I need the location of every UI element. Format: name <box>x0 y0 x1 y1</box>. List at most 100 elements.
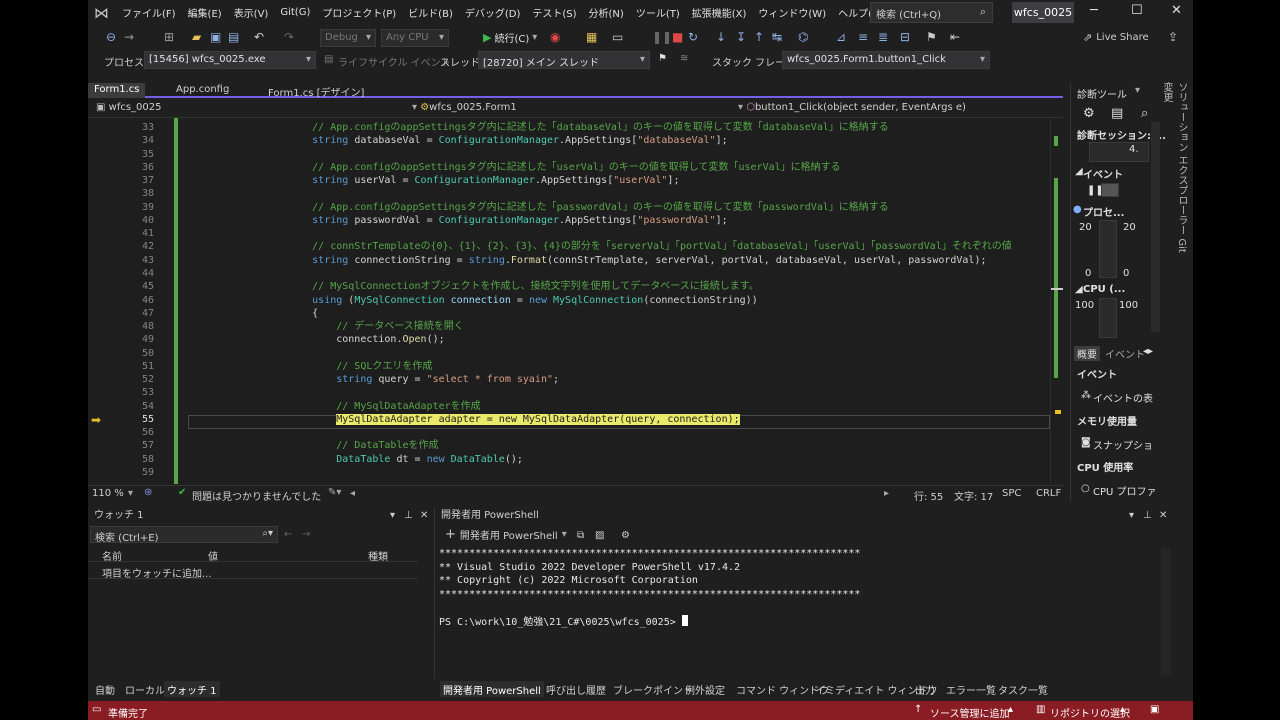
platform-dropdown[interactable]: Any CPU ▾ <box>381 29 449 47</box>
solution-name-badge[interactable]: wfcs_0025 <box>1012 2 1074 23</box>
tab-task-list[interactable]: タスク一覧 <box>995 681 1051 697</box>
debug-tool-icon[interactable]: ⌬ <box>798 30 808 44</box>
tab-autos[interactable]: 自動 <box>92 681 118 697</box>
line-ending[interactable]: CRLF <box>1036 488 1061 499</box>
step-into-icon[interactable]: ↓ <box>716 30 726 44</box>
save-icon[interactable]: ▣ <box>210 30 221 44</box>
process-dropdown[interactable]: [15456] wfcs_0025.exe ▾ <box>144 51 316 69</box>
code-line[interactable]: 42 // connStrTemplateの{0}、{1}、{2}、{3}、{4… <box>88 240 1050 253</box>
code-line[interactable]: 51 // SQLクエリを作成 <box>88 360 1050 373</box>
global-search-box[interactable]: 検索 (Ctrl+Q) ⌕ <box>870 2 993 23</box>
uncomment-icon[interactable]: ≣ <box>878 30 888 44</box>
menu-git[interactable]: Git(G) <box>274 7 316 18</box>
continue-button[interactable]: ▶ 続行(C) ▾ <box>483 30 537 45</box>
back-icon[interactable]: ← <box>284 526 292 544</box>
config-dropdown[interactable]: Debug ▾ <box>320 29 376 47</box>
pin-icon[interactable]: ⊥ <box>1143 507 1152 525</box>
step-over-icon[interactable]: ↧ <box>736 30 746 44</box>
code-line[interactable]: 55 MySqlDataAdapter adapter = new MySqlD… <box>88 413 1050 426</box>
class-dropdown[interactable]: ▾ ⚙wfcs_0025.Form1 <box>408 101 728 117</box>
code-line[interactable]: 48 // データベース接続を開く <box>88 320 1050 333</box>
watch-col-name[interactable]: 名前 <box>102 548 122 563</box>
feedback-icon[interactable]: ⇪ <box>1168 30 1178 44</box>
menu-debug[interactable]: デバッグ(D) <box>459 5 527 20</box>
comment-icon[interactable]: ≡ <box>858 30 868 44</box>
code-line[interactable]: 45 // MySqlConnectionオブジェクトを作成し、接続文字列を使用… <box>88 280 1050 293</box>
browse-icon[interactable]: ▦ <box>586 30 597 44</box>
select-repository[interactable]: リポジトリの選択 <box>1050 705 1130 720</box>
code-line[interactable]: 43 string connectionString = string.Form… <box>88 254 1050 267</box>
hot-reload-icon[interactable]: ◉ <box>550 30 560 44</box>
stackframe-dropdown[interactable]: wfcs_0025.Form1.button1_Click ▾ <box>782 51 990 69</box>
watch-col-value[interactable]: 値 <box>208 548 218 563</box>
chevron-up-icon[interactable]: ▴ <box>1008 704 1013 715</box>
minimize-icon[interactable]: ─ <box>1090 3 1098 18</box>
intellicode-icon[interactable]: ⊛ <box>144 487 152 498</box>
code-line[interactable]: 38 <box>88 187 1050 200</box>
scroll-left-icon[interactable]: ◂ <box>350 488 355 499</box>
settings-icon[interactable]: ⚙ <box>1083 106 1095 121</box>
code-line[interactable]: 36 // App.configのappSettingsタグ内に記述した「use… <box>88 161 1050 174</box>
menu-project[interactable]: プロジェクト(P) <box>316 5 402 20</box>
tab-call-stack[interactable]: 呼び出し履歴 <box>543 681 609 697</box>
code-line[interactable]: 37 string userVal = ConfigurationManager… <box>88 174 1050 187</box>
code-line[interactable]: 41 <box>88 227 1050 240</box>
terminal-scrollbar[interactable] <box>1161 547 1171 675</box>
chevron-down-icon[interactable]: ▾ <box>128 488 133 499</box>
flag-icon[interactable]: ⚑ <box>658 53 667 64</box>
bookmark-icon[interactable]: ⚑ <box>926 30 937 44</box>
indent-mode[interactable]: SPC <box>1002 488 1021 499</box>
watch-add-item[interactable]: 項目をウォッチに追加... <box>102 565 212 580</box>
issues-status[interactable]: 問題は見つかりませんでした <box>192 488 321 503</box>
new-terminal-button[interactable]: + 開発者用 PowerShell ▾ <box>445 527 567 542</box>
code-line[interactable]: 49 connection.Open(); <box>88 333 1050 346</box>
restart-icon[interactable]: ↻ <box>688 30 698 44</box>
cpu-expander-icon[interactable]: ◢ <box>1075 284 1083 295</box>
step-out-icon[interactable]: ↑ <box>754 30 764 44</box>
menu-tools[interactable]: ツール(T) <box>630 5 686 20</box>
tab-exception-settings[interactable]: 例外設定 <box>682 681 728 697</box>
forward-icon[interactable]: → <box>302 526 310 544</box>
code-line[interactable]: 53 <box>88 386 1050 399</box>
watch-col-type[interactable]: 種類 <box>368 548 388 563</box>
thread-filter-icon[interactable]: ≋ <box>680 53 688 64</box>
project-dropdown[interactable]: ▣ wfcs_0025 <box>92 101 402 117</box>
code-line[interactable]: 52 string query = "select * from syain"; <box>88 373 1050 386</box>
code-editor[interactable]: ➡ 33 // App.configのappSettingsタグ内に記述した「d… <box>88 118 1063 484</box>
menu-build[interactable]: ビルド(B) <box>402 5 459 20</box>
code-line[interactable]: 59 <box>88 466 1050 479</box>
menu-view[interactable]: 表示(V) <box>228 5 275 20</box>
watch-add-row[interactable]: 項目をウォッチに追加... <box>88 563 418 580</box>
tab-events[interactable]: イベント <box>1105 346 1145 361</box>
navigate-back-icon[interactable]: ⊖ <box>106 30 116 44</box>
new-project-icon[interactable]: ⊞ <box>164 30 174 44</box>
side-tabs[interactable]: ソリューション エクスプローラー Git 変更 <box>1161 82 1189 262</box>
bookmark-nav-icon[interactable]: ⇤ <box>950 30 960 44</box>
editor-vertical-scrollbar[interactable] <box>1050 118 1063 484</box>
close-icon[interactable]: ✕ <box>1171 3 1182 18</box>
code-line[interactable]: 33 // App.configのappSettingsタグ内に記述した「dat… <box>88 121 1050 134</box>
navigate-forward-icon[interactable]: → <box>124 30 134 44</box>
code-line[interactable]: 44 <box>88 267 1050 280</box>
code-line[interactable]: 54 // MySqlDataAdapterを作成 <box>88 400 1050 413</box>
menu-edit[interactable]: 編集(E) <box>182 5 228 20</box>
menu-window[interactable]: ウィンドウ(W) <box>752 5 832 20</box>
code-line[interactable]: 46 using (MySqlConnection connection = n… <box>88 294 1050 307</box>
tab-summary[interactable]: 概要 <box>1074 346 1100 361</box>
redo-icon[interactable]: ↷ <box>284 30 294 44</box>
maximize-icon[interactable]: ☐ <box>1131 3 1143 18</box>
thread-dropdown[interactable]: [28720] メイン スレッド ▾ <box>478 51 650 69</box>
copy-icon[interactable]: ⧉ <box>577 527 584 545</box>
show-next-icon[interactable]: ↹ <box>772 30 782 44</box>
snapshot-button[interactable]: スナップショ <box>1093 437 1153 452</box>
pin-icon[interactable]: ⊥ <box>404 507 413 525</box>
live-share-button[interactable]: ⇗ Live Share <box>1083 31 1149 44</box>
event-list-link[interactable]: イベントの表 <box>1093 390 1153 405</box>
open-file-icon[interactable]: ▰ <box>192 30 201 44</box>
chevron-up-icon[interactable]: ▴ <box>1120 704 1125 715</box>
select-tools-icon[interactable]: ▤ <box>1111 106 1123 121</box>
panel-menu-icon[interactable]: ▾ <box>1129 507 1134 525</box>
tab-form1-cs[interactable]: Form1.cs <box>88 83 146 98</box>
menu-test[interactable]: テスト(S) <box>526 5 582 20</box>
add-source-control[interactable]: ソース管理に追加 <box>930 705 1010 720</box>
